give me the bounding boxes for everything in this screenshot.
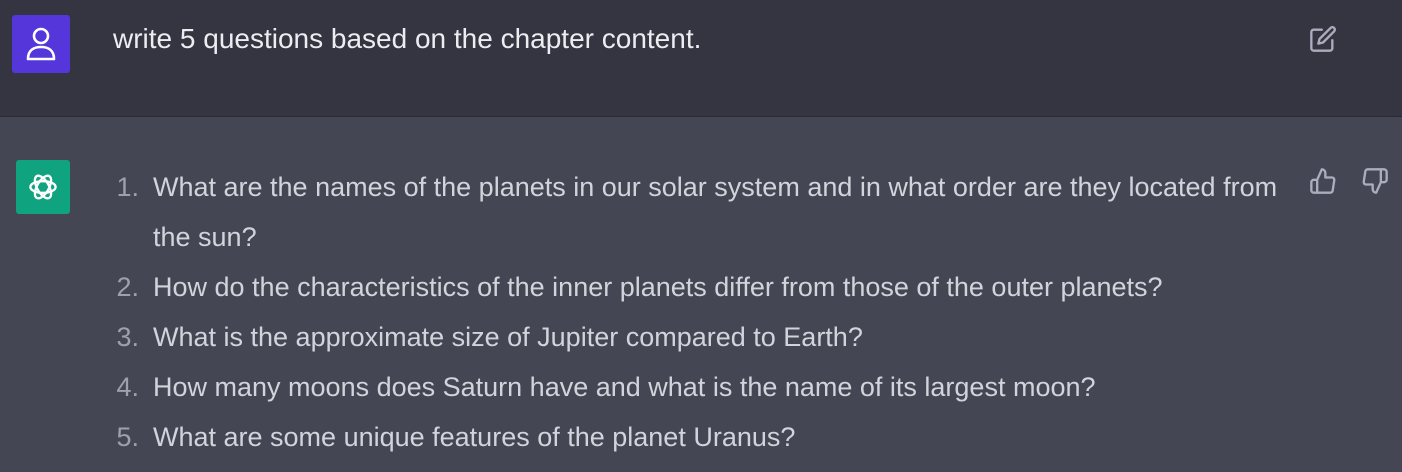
assistant-message-row: 1. What are the names of the planets in … <box>0 117 1402 472</box>
answer-list: 1. What are the names of the planets in … <box>106 162 1286 462</box>
list-item-number: 5. <box>116 422 139 452</box>
list-item: 2. How do the characteristics of the inn… <box>106 262 1286 312</box>
assistant-avatar <box>16 160 70 214</box>
list-item: 5. What are some unique features of the … <box>106 412 1286 462</box>
list-item-text: What is the approximate size of Jupiter … <box>153 322 863 352</box>
list-item-text: How many moons does Saturn have and what… <box>153 372 1096 402</box>
user-icon <box>26 27 56 61</box>
list-item-text: How do the characteristics of the inner … <box>153 272 1163 302</box>
user-avatar <box>12 15 70 73</box>
list-item-number: 1. <box>116 172 139 202</box>
user-message-text: write 5 questions based on the chapter c… <box>113 23 702 54</box>
feedback-buttons <box>1305 163 1393 199</box>
list-item: 4. How many moons does Saturn have and w… <box>106 362 1286 412</box>
thumbs-down-button[interactable] <box>1357 163 1393 199</box>
list-item-text: What are the names of the planets in our… <box>153 172 1278 252</box>
openai-logo-icon <box>29 174 57 200</box>
user-message-row: write 5 questions based on the chapter c… <box>0 0 1402 117</box>
edit-icon <box>1310 26 1336 52</box>
thumbs-up-icon <box>1310 168 1336 194</box>
list-item-number: 2. <box>116 272 139 302</box>
list-item-number: 3. <box>116 322 139 352</box>
thumbs-up-button[interactable] <box>1305 163 1341 199</box>
list-item: 3. What is the approximate size of Jupit… <box>106 312 1286 362</box>
list-item: 1. What are the names of the planets in … <box>106 162 1286 262</box>
list-item-number: 4. <box>116 372 139 402</box>
list-item-text: What are some unique features of the pla… <box>153 422 796 452</box>
edit-message-button[interactable] <box>1306 22 1340 56</box>
thumbs-down-icon <box>1362 168 1388 194</box>
